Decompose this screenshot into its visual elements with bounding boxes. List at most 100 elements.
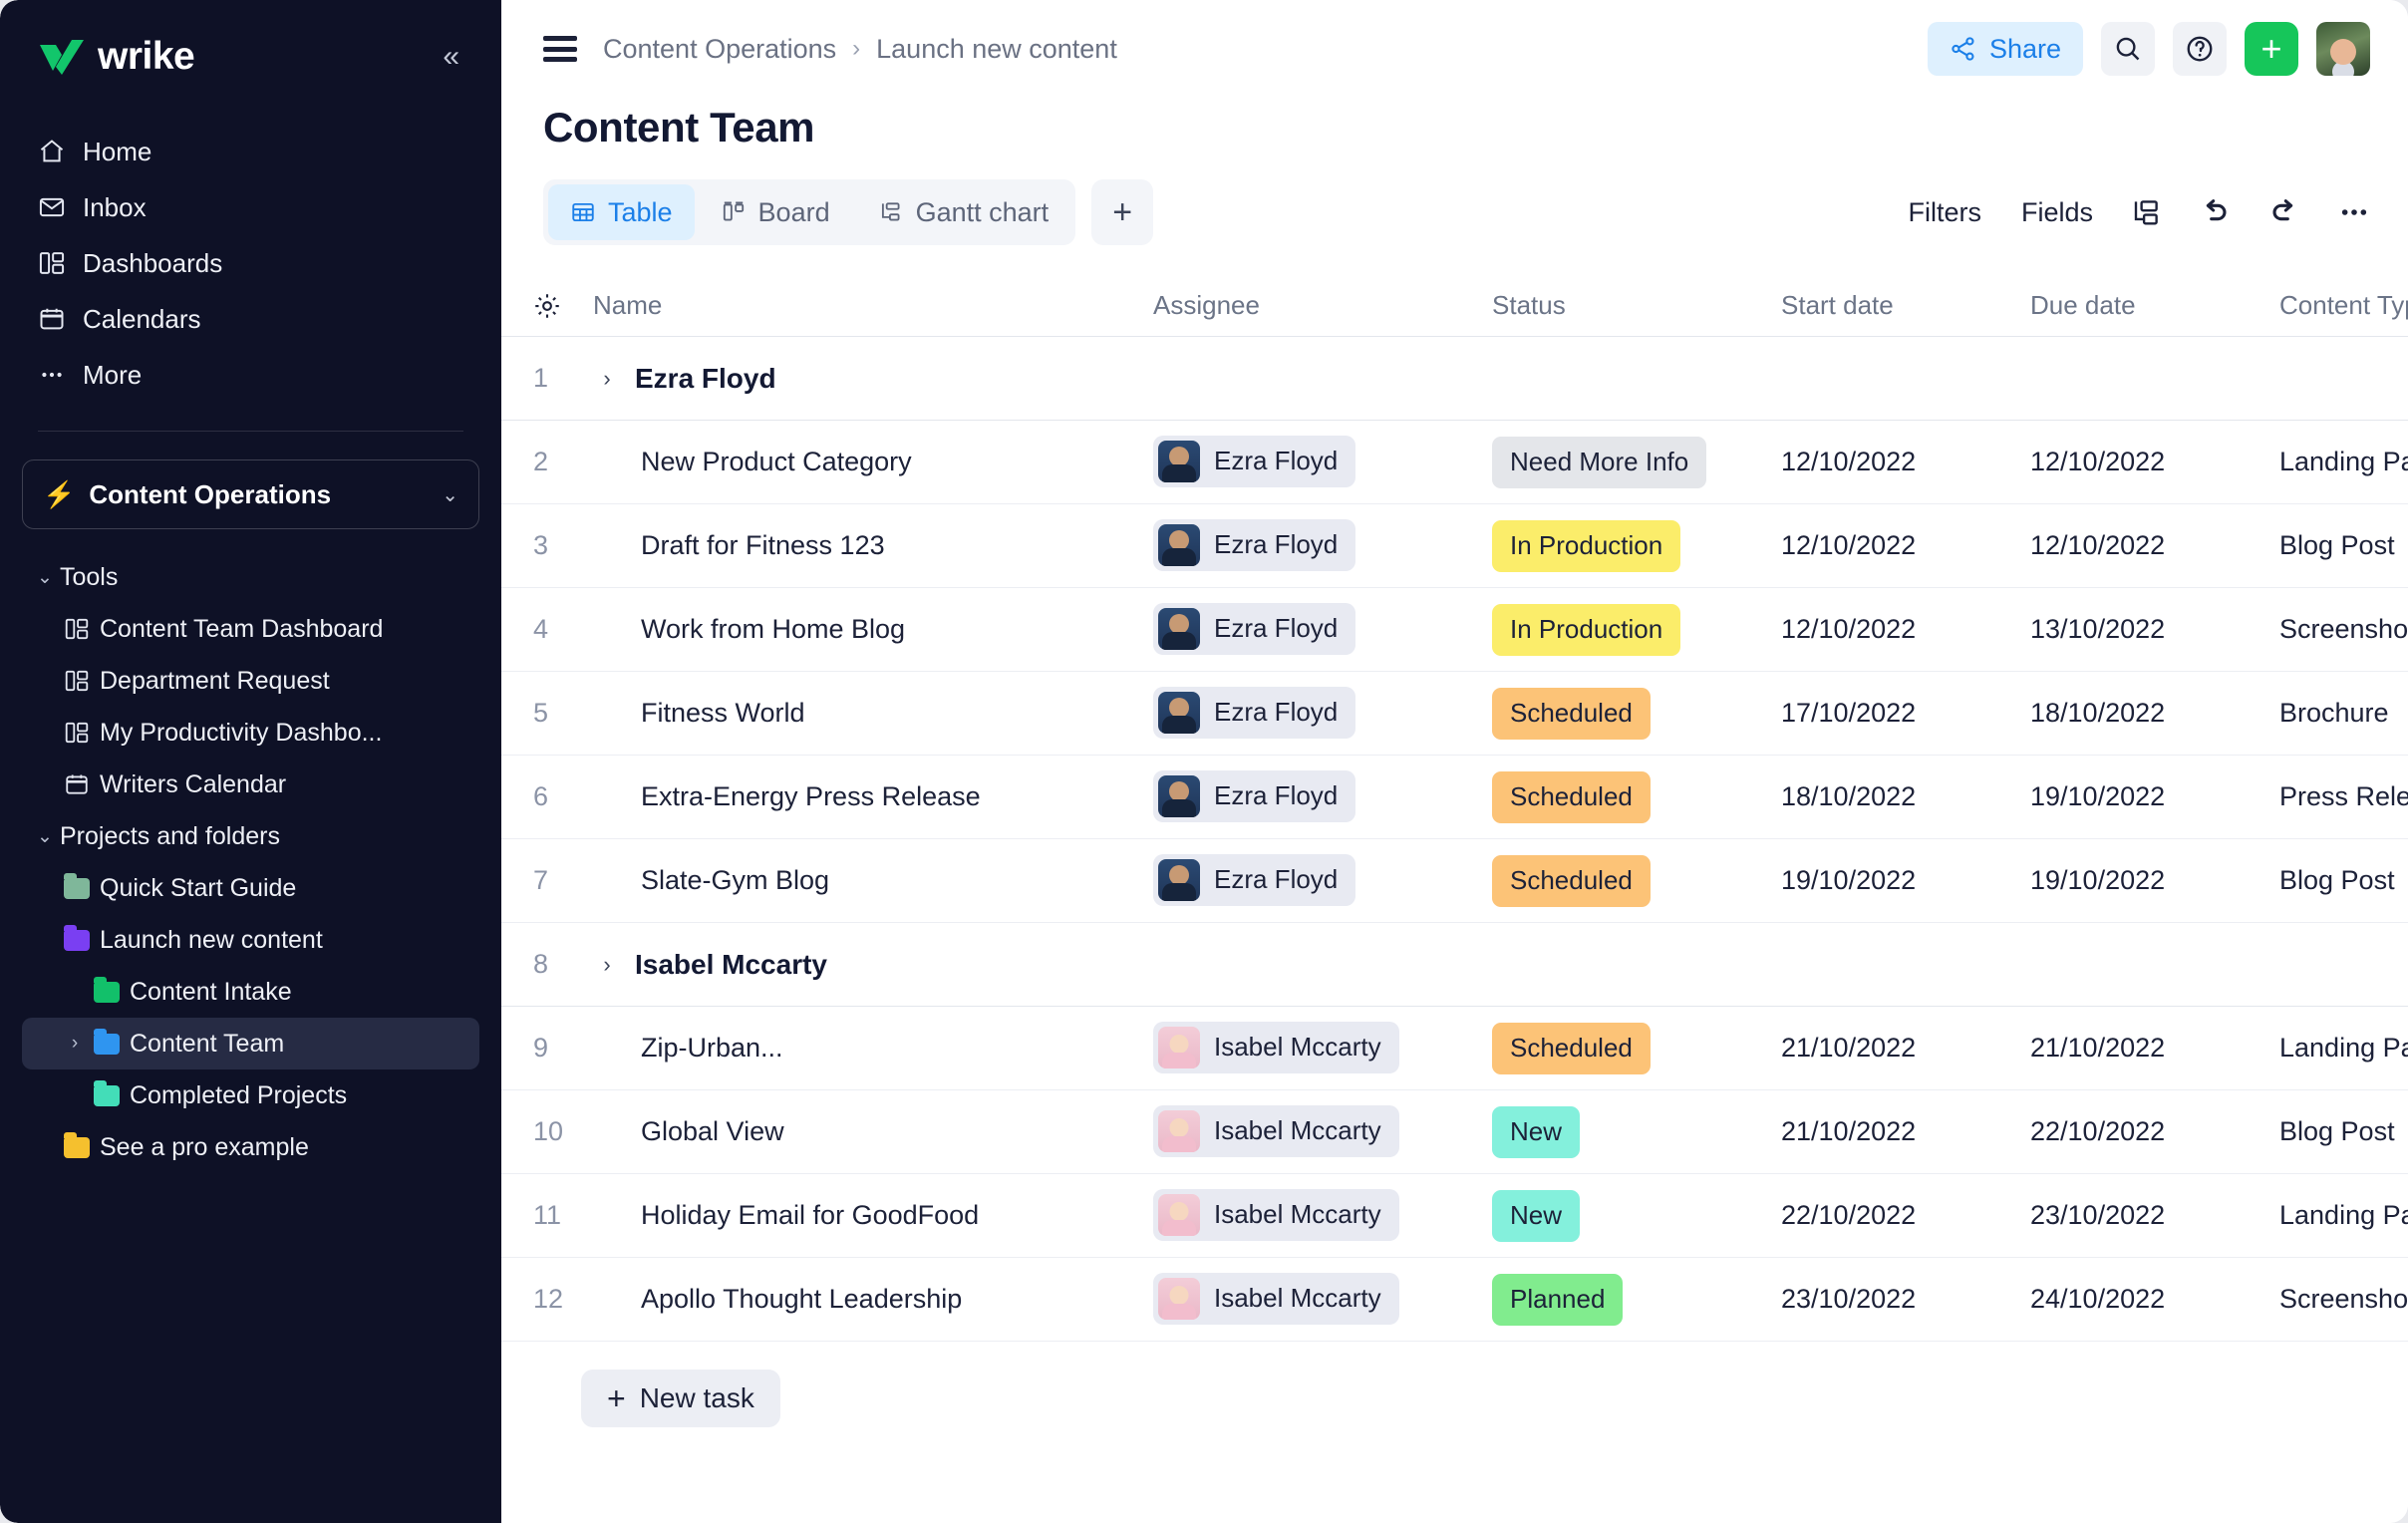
new-task-button[interactable]: + New task: [581, 1370, 780, 1427]
table-row[interactable]: 12 Apollo Thought Leadership Isabel Mcca…: [501, 1258, 2408, 1342]
collapse-sidebar-button[interactable]: «: [437, 38, 465, 76]
share-button[interactable]: Share: [1927, 22, 2083, 76]
column-header-assignee[interactable]: Assignee: [1153, 290, 1492, 321]
status-badge[interactable]: Scheduled: [1492, 770, 1651, 823]
tab-gantt-chart[interactable]: Gantt chart: [856, 184, 1071, 240]
table-row[interactable]: 3 Draft for Fitness 123 Ezra Floyd In Pr…: [501, 504, 2408, 588]
tree-item-writers-calendar[interactable]: Writers Calendar: [22, 759, 479, 810]
tree-section-projects-and-folders[interactable]: ⌄ Projects and folders: [22, 810, 479, 862]
content-type[interactable]: Screenshot: [2279, 1284, 2408, 1315]
task-name[interactable]: Apollo Thought Leadership: [641, 1284, 962, 1315]
assignee-pill[interactable]: Ezra Floyd: [1153, 518, 1356, 571]
task-name[interactable]: New Product Category: [641, 447, 912, 477]
sidebar-item-more[interactable]: More: [22, 347, 479, 403]
redo-button[interactable]: [2268, 196, 2300, 228]
content-type[interactable]: Landing Page: [2279, 1200, 2408, 1231]
due-date[interactable]: 23/10/2022: [2030, 1200, 2279, 1231]
column-header-due-date[interactable]: Due date: [2030, 290, 2279, 321]
help-button[interactable]: [2173, 22, 2227, 76]
assignee-pill[interactable]: Isabel Mccarty: [1153, 1188, 1399, 1241]
due-date[interactable]: 19/10/2022: [2030, 865, 2279, 896]
tree-item-department-request[interactable]: Department Request: [22, 655, 479, 707]
due-date[interactable]: 12/10/2022: [2030, 530, 2279, 561]
column-header-content-type[interactable]: Content Type: [2279, 290, 2408, 321]
task-name[interactable]: Holiday Email for GoodFood: [641, 1200, 979, 1231]
tab-table[interactable]: Table: [548, 184, 695, 240]
assignee-pill[interactable]: Ezra Floyd: [1153, 853, 1356, 906]
column-header-start-date[interactable]: Start date: [1781, 290, 2030, 321]
start-date[interactable]: 17/10/2022: [1781, 698, 2030, 729]
tree-item-content-intake[interactable]: Content Intake: [22, 966, 479, 1018]
chevron-right-icon[interactable]: ›: [593, 952, 621, 978]
undo-button[interactable]: [2199, 196, 2231, 228]
sidebar-item-inbox[interactable]: Inbox: [22, 179, 479, 235]
status-badge[interactable]: New: [1492, 1105, 1581, 1158]
status-badge[interactable]: In Production: [1492, 603, 1681, 656]
task-name[interactable]: Global View: [641, 1116, 784, 1147]
content-type[interactable]: Screenshot: [2279, 614, 2408, 645]
start-date[interactable]: 21/10/2022: [1781, 1033, 2030, 1064]
start-date[interactable]: 18/10/2022: [1781, 781, 2030, 812]
tree-item-completed-projects[interactable]: Completed Projects: [22, 1069, 479, 1121]
assignee-pill[interactable]: Ezra Floyd: [1153, 602, 1356, 655]
search-button[interactable]: [2101, 22, 2155, 76]
due-date[interactable]: 13/10/2022: [2030, 614, 2279, 645]
due-date[interactable]: 12/10/2022: [2030, 447, 2279, 477]
hamburger-icon[interactable]: [543, 36, 577, 62]
assignee-pill[interactable]: Ezra Floyd: [1153, 769, 1356, 822]
due-date[interactable]: 21/10/2022: [2030, 1033, 2279, 1064]
status-badge[interactable]: In Production: [1492, 519, 1681, 572]
table-row[interactable]: 6 Extra-Energy Press Release Ezra Floyd …: [501, 756, 2408, 839]
assignee-pill[interactable]: Isabel Mccarty: [1153, 1104, 1399, 1157]
subtasks-button[interactable]: [2131, 197, 2161, 227]
due-date[interactable]: 18/10/2022: [2030, 698, 2279, 729]
tab-board[interactable]: Board: [699, 184, 852, 240]
status-badge[interactable]: Scheduled: [1492, 854, 1651, 907]
status-badge[interactable]: Scheduled: [1492, 687, 1651, 740]
start-date[interactable]: 12/10/2022: [1781, 447, 2030, 477]
status-badge[interactable]: Planned: [1492, 1273, 1624, 1326]
assignee-pill[interactable]: Ezra Floyd: [1153, 435, 1356, 487]
status-badge[interactable]: New: [1492, 1189, 1581, 1242]
start-date[interactable]: 12/10/2022: [1781, 530, 2030, 561]
tree-item-content-team[interactable]: › Content Team: [22, 1018, 479, 1069]
filters-button[interactable]: Filters: [1908, 197, 1981, 228]
due-date[interactable]: 19/10/2022: [2030, 781, 2279, 812]
table-settings-button[interactable]: [501, 291, 593, 321]
table-row[interactable]: 7 Slate-Gym Blog Ezra Floyd Scheduled 19…: [501, 839, 2408, 923]
table-row[interactable]: 2 New Product Category Ezra Floyd Need M…: [501, 421, 2408, 504]
start-date[interactable]: 21/10/2022: [1781, 1116, 2030, 1147]
add-button[interactable]: +: [2245, 22, 2298, 76]
tree-item-see-a-pro-example[interactable]: See a pro example: [22, 1121, 479, 1173]
table-row[interactable]: 4 Work from Home Blog Ezra Floyd In Prod…: [501, 588, 2408, 672]
more-options-button[interactable]: [2338, 196, 2370, 228]
start-date[interactable]: 12/10/2022: [1781, 614, 2030, 645]
tree-item-content-team-dashboard[interactable]: Content Team Dashboard: [22, 603, 479, 655]
sidebar-item-dashboards[interactable]: Dashboards: [22, 235, 479, 291]
avatar[interactable]: [2316, 22, 2370, 76]
content-type[interactable]: Brochure: [2279, 698, 2408, 729]
content-type[interactable]: Press Release: [2279, 781, 2408, 812]
assignee-pill[interactable]: Ezra Floyd: [1153, 686, 1356, 739]
assignee-pill[interactable]: Isabel Mccarty: [1153, 1021, 1399, 1073]
due-date[interactable]: 22/10/2022: [2030, 1116, 2279, 1147]
chevron-right-icon[interactable]: ›: [60, 1033, 90, 1055]
content-type[interactable]: Landing Page: [2279, 447, 2408, 477]
start-date[interactable]: 23/10/2022: [1781, 1284, 2030, 1315]
task-name[interactable]: Work from Home Blog: [641, 614, 905, 645]
table-group-row[interactable]: 1 › Ezra Floyd: [501, 337, 2408, 421]
tree-section-tools[interactable]: ⌄ Tools: [22, 551, 479, 603]
chevron-right-icon[interactable]: ›: [593, 366, 621, 392]
content-type[interactable]: Landing Page: [2279, 1033, 2408, 1064]
column-header-name[interactable]: Name: [593, 290, 1153, 321]
table-row[interactable]: 10 Global View Isabel Mccarty New 21/10/…: [501, 1090, 2408, 1174]
task-name[interactable]: Extra-Energy Press Release: [641, 781, 981, 812]
column-header-status[interactable]: Status: [1492, 290, 1781, 321]
task-name[interactable]: Draft for Fitness 123: [641, 530, 885, 561]
tree-item-launch-new-content[interactable]: Launch new content: [22, 914, 479, 966]
table-row[interactable]: 5 Fitness World Ezra Floyd Scheduled 17/…: [501, 672, 2408, 756]
content-type[interactable]: Blog Post: [2279, 1116, 2408, 1147]
breadcrumb-item-space[interactable]: Content Operations: [603, 34, 836, 65]
content-type[interactable]: Blog Post: [2279, 865, 2408, 896]
table-group-row[interactable]: 8 › Isabel Mccarty: [501, 923, 2408, 1007]
